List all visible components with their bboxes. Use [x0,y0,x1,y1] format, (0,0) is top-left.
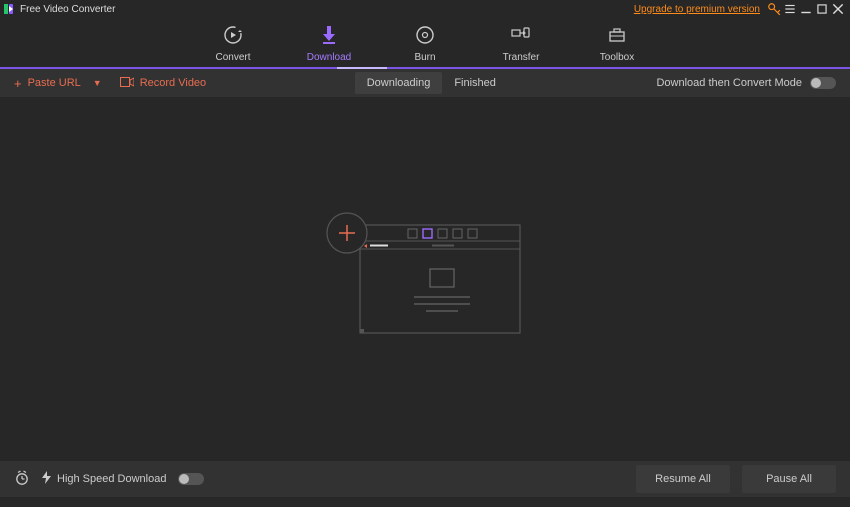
tab-label: Burn [414,52,435,63]
tab-label: Download [307,52,351,63]
record-icon [120,77,134,90]
convert-icon [222,24,244,46]
toolbox-icon [606,24,628,46]
empty-state-illustration [320,207,530,352]
app-title: Free Video Converter [20,4,115,15]
chevron-down-icon: ▼ [93,78,102,88]
clock-icon[interactable] [14,470,30,489]
tab-underline-active [337,67,387,69]
pause-all-button[interactable]: Pause All [742,465,836,493]
download-status-segment: Downloading Finished [355,72,508,94]
menu-icon[interactable] [782,2,798,16]
tab-transfer[interactable]: Transfer [496,24,546,63]
paste-url-button[interactable]: + Paste URL ▼ [14,76,102,91]
tab-label: Transfer [503,52,540,63]
high-speed-label: High Speed Download [57,473,166,485]
app-logo-icon [4,4,16,14]
tab-toolbox[interactable]: Toolbox [592,24,642,63]
sub-bar: + Paste URL ▼ Record Video Downloading F… [0,69,850,97]
key-icon[interactable] [766,2,782,16]
download-mode-toggle[interactable] [810,77,836,89]
resume-all-button[interactable]: Resume All [636,465,730,493]
main-tabs: Convert Download Burn Transfer Toolbox [0,18,850,67]
tab-convert[interactable]: Convert [208,24,258,63]
segment-finished[interactable]: Finished [442,72,508,94]
tab-burn[interactable]: Burn [400,24,450,63]
close-icon[interactable] [830,2,846,16]
minimize-icon[interactable] [798,2,814,16]
plus-icon: + [14,76,22,91]
main-content [0,97,850,461]
burn-icon [414,24,436,46]
toggle-knob [179,474,189,484]
segment-downloading[interactable]: Downloading [355,72,443,94]
tab-underline [0,67,850,69]
footer: High Speed Download Resume All Pause All [0,461,850,497]
transfer-icon [510,24,532,46]
lightning-icon [42,471,51,487]
tab-download[interactable]: Download [304,24,354,63]
tab-label: Convert [215,52,250,63]
download-mode-label: Download then Convert Mode [656,77,802,89]
download-icon [318,24,340,46]
high-speed-toggle[interactable] [178,473,204,485]
upgrade-link[interactable]: Upgrade to premium version [634,4,760,15]
toggle-knob [811,78,821,88]
maximize-icon[interactable] [814,2,830,16]
titlebar: Free Video Converter Upgrade to premium … [0,0,850,18]
record-video-label: Record Video [140,77,206,89]
tab-label: Toolbox [600,52,634,63]
paste-url-label: Paste URL [28,77,81,89]
record-video-button[interactable]: Record Video [120,77,206,90]
